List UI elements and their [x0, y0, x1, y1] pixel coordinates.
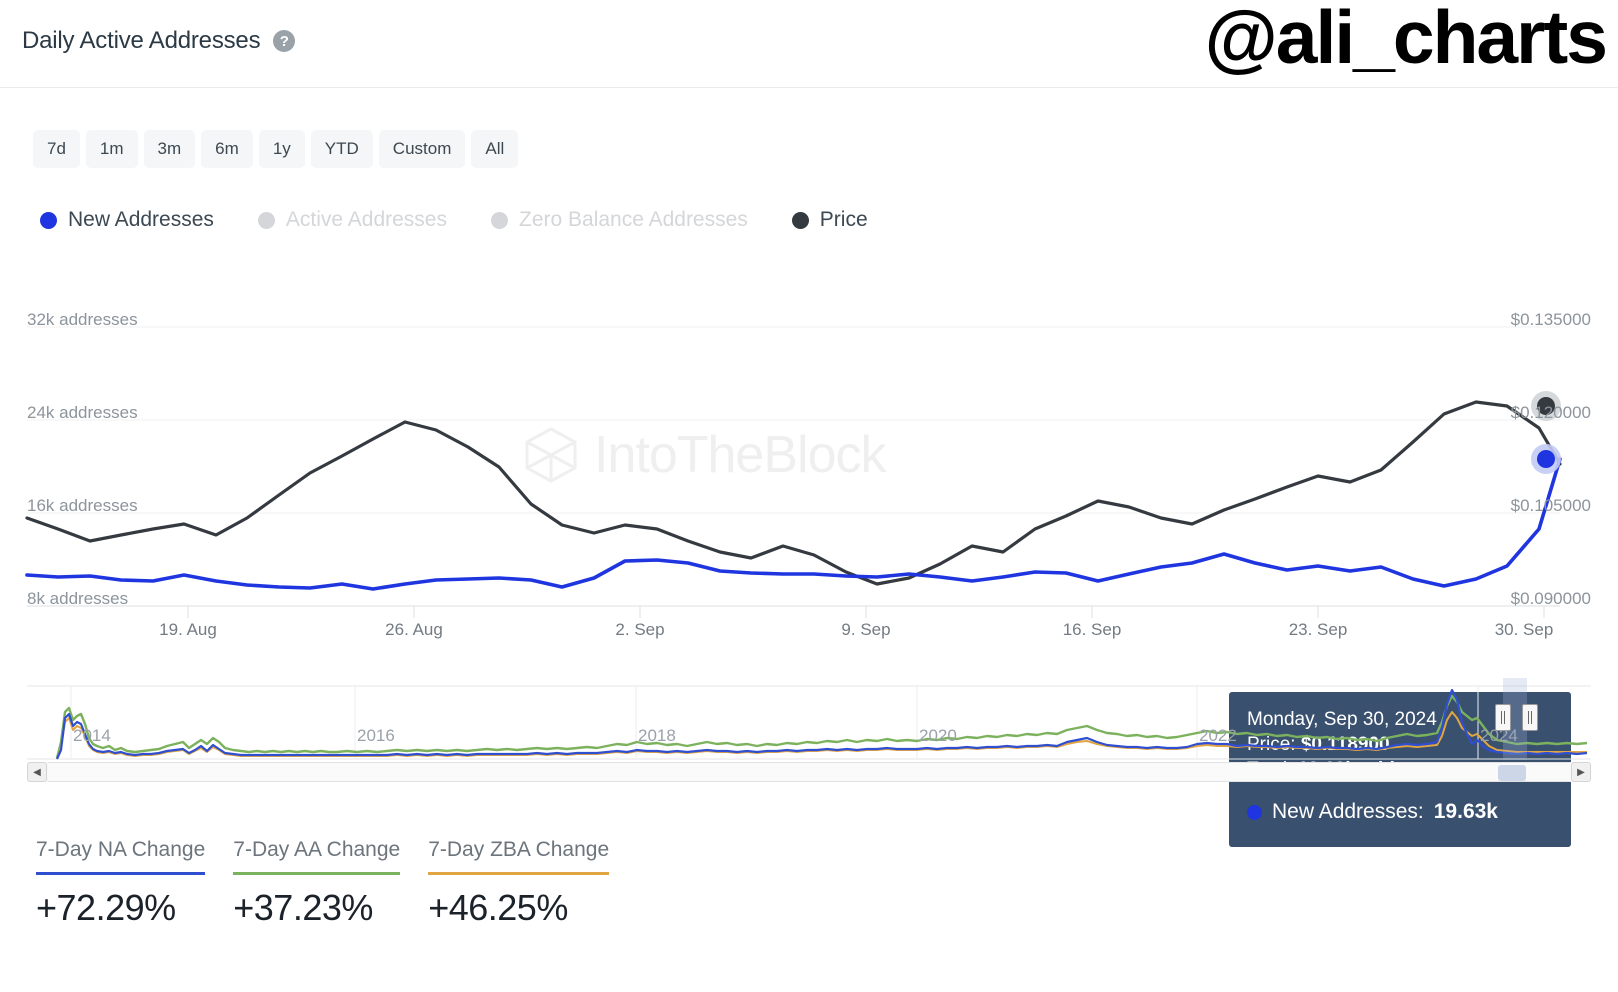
range-button-ytd[interactable]: YTD [310, 130, 373, 168]
x-axis-label-2-sep: 2. Sep [615, 620, 665, 639]
legend-label: Active Addresses [285, 208, 447, 231]
legend-item-price[interactable]: Price [791, 208, 868, 232]
navigator-year-2016: 2016 [357, 726, 395, 745]
legend-item-active-addresses[interactable]: Active Addresses [257, 208, 447, 232]
new-addresses-marker-dot [1537, 450, 1555, 468]
y-axis-label-16k: 16k addresses [27, 496, 138, 515]
chart-legend: New Addresses Active Addresses Zero Bala… [40, 208, 868, 232]
scrollbar-track[interactable] [48, 762, 1570, 782]
scroll-right-arrow-icon[interactable]: ▶ [1571, 762, 1591, 782]
navigator-year-2020: 2020 [919, 726, 957, 745]
range-button-6m[interactable]: 6m [201, 130, 253, 168]
scrollbar-thumb[interactable] [1498, 765, 1526, 781]
stat-value: +37.23% [233, 887, 373, 928]
stat-7-day-na-change: 7-Day NA Change +72.29% [36, 838, 206, 929]
legend-dot-icon [491, 211, 508, 229]
legend-dot-icon [257, 211, 275, 229]
navigator-year-2018: 2018 [638, 726, 676, 745]
tooltip-series-row: New Addresses: 19.63k [1247, 800, 1553, 824]
range-button-custom[interactable]: Custom [378, 130, 466, 168]
legend-dot-icon [40, 211, 57, 229]
range-button-1m[interactable]: 1m [85, 130, 138, 168]
navigator-canvas[interactable] [27, 678, 1591, 760]
y2-axis-label-0120: $0.120000 [1510, 403, 1591, 422]
y-axis-label-24k: 24k addresses [27, 403, 138, 422]
chart-canvas [25, 326, 1562, 618]
question-mark-icon[interactable]: ? [273, 30, 296, 52]
x-axis: 19. Aug 26. Aug 2. Sep 9. Sep 16. Sep 23… [0, 620, 1618, 656]
tooltip-series-label: New Addresses: [1272, 800, 1424, 823]
x-axis-label-30-sep: 30. Sep [1494, 620, 1554, 639]
x-axis-label-23-sep: 23. Sep [1288, 620, 1348, 639]
range-button-7d[interactable]: 7d [33, 130, 80, 168]
price-series-line [25, 400, 1562, 586]
x-axis-label-9-sep: 9. Sep [841, 620, 891, 639]
navigator-new-addresses-line [55, 688, 1588, 760]
legend-item-zero-balance-addresses[interactable]: Zero Balance Addresses [491, 208, 748, 232]
x-axis-label-26-aug: 26. Aug [385, 620, 443, 639]
page-header: Daily Active Addresses ? @ali_charts [0, 0, 1618, 88]
range-button-1y[interactable]: 1y [258, 130, 305, 168]
x-axis-label-16-sep: 16. Sep [1062, 620, 1122, 639]
stat-underline [428, 872, 610, 875]
y-axis-label-32k: 32k addresses [27, 310, 138, 329]
author-watermark: @ali_charts [1204, 0, 1608, 79]
legend-label: Zero Balance Addresses [519, 208, 748, 231]
range-selector: 7d 1m 3m 6m 1y YTD Custom All [33, 130, 519, 168]
chart-page: Daily Active Addresses ? @ali_charts 7d … [0, 0, 1618, 992]
navigator-year-2022: 2022 [1199, 726, 1237, 745]
legend-label: New Addresses [68, 208, 214, 231]
main-chart[interactable]: IntoTheBlock 32k addresses 24k addresses… [0, 290, 1618, 847]
stat-value: +72.29% [36, 887, 176, 928]
stat-label: 7-Day AA Change [233, 838, 401, 861]
y2-axis-label-0105: $0.105000 [1510, 496, 1591, 515]
scroll-left-arrow-icon[interactable]: ◀ [27, 762, 47, 782]
navigator-year-2014: 2014 [73, 726, 111, 745]
stat-underline [233, 872, 401, 875]
stat-label: 7-Day NA Change [36, 838, 206, 861]
stat-7-day-aa-change: 7-Day AA Change +37.23% [233, 838, 401, 929]
range-button-3m[interactable]: 3m [143, 130, 196, 168]
tooltip-series-dot-icon [1247, 804, 1262, 820]
stat-underline [36, 872, 206, 875]
stat-7-day-zba-change: 7-Day ZBA Change +46.25% [428, 838, 610, 929]
navigator-handle-right[interactable] [1522, 704, 1538, 731]
tooltip-series-value: 19.63k [1433, 800, 1498, 823]
stat-value: +46.25% [428, 887, 568, 928]
range-navigator[interactable]: 2014 2016 2018 2020 2022 2024 [27, 678, 1591, 760]
navigator-scrollbar[interactable]: ◀ ▶ [27, 762, 1591, 782]
legend-label: Price [819, 208, 868, 231]
title-group: Daily Active Addresses ? [22, 27, 296, 55]
x-axis-label-19-aug: 19. Aug [159, 620, 217, 639]
y2-axis-label-0090: $0.090000 [1510, 589, 1591, 608]
stat-label: 7-Day ZBA Change [428, 838, 610, 861]
summary-stats: 7-Day NA Change +72.29% 7-Day AA Change … [36, 838, 610, 929]
range-button-all[interactable]: All [471, 130, 519, 168]
y2-axis-label-0135: $0.135000 [1510, 310, 1591, 329]
navigator-handle-left[interactable] [1495, 704, 1511, 731]
legend-item-new-addresses[interactable]: New Addresses [40, 208, 214, 232]
page-title: Daily Active Addresses [22, 27, 261, 54]
legend-dot-icon [791, 211, 809, 229]
y-axis-label-8k: 8k addresses [27, 589, 129, 608]
